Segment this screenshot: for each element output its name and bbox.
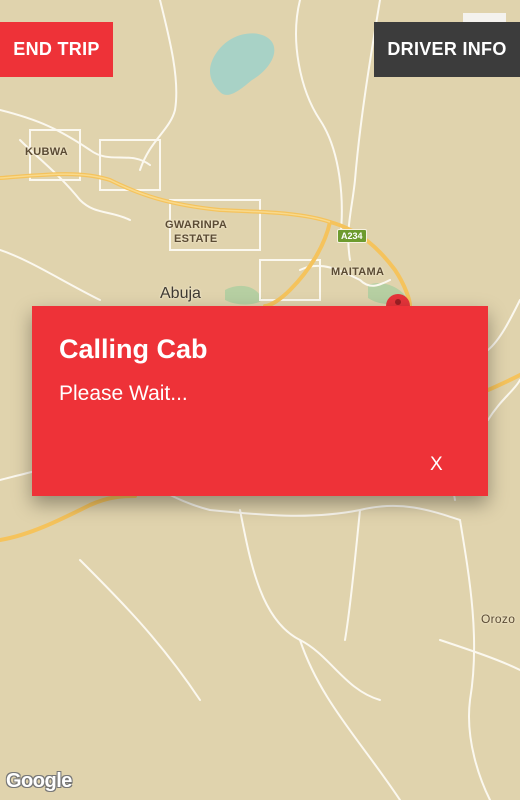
road-shield-a234: A234	[337, 229, 367, 243]
map-label-estate: ESTATE	[174, 233, 218, 245]
dialog-message: Please Wait...	[59, 382, 188, 405]
map-label-gwarinpa: GWARINPA	[165, 219, 228, 231]
dialog-close-button[interactable]: X	[430, 454, 443, 476]
dialog-title: Calling Cab	[59, 334, 208, 364]
end-trip-button[interactable]: END TRIP	[0, 22, 113, 77]
map-label-maitama: MAITAMA	[331, 266, 385, 278]
map-label-abuja: Abuja	[160, 285, 201, 302]
driver-info-button[interactable]: DRIVER INFO	[374, 22, 520, 77]
calling-cab-dialog: Calling Cab Please Wait... X	[32, 306, 488, 496]
map-label-orozo: Orozo	[481, 612, 516, 626]
google-logo[interactable]: Google	[6, 770, 72, 793]
map-label-kubwa: KUBWA	[25, 146, 69, 158]
